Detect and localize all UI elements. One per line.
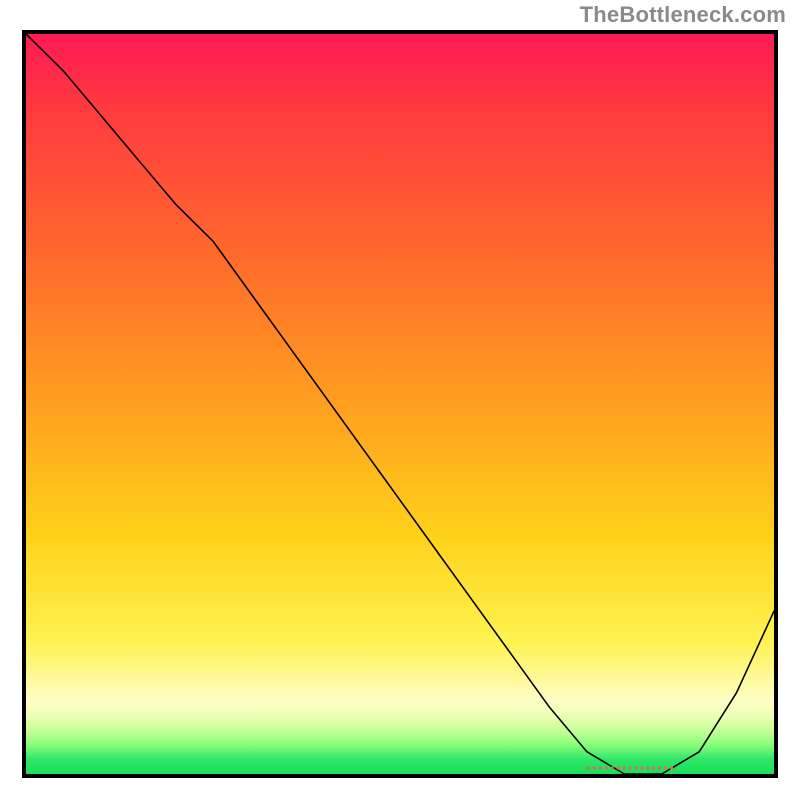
watermark-text: TheBottleneck.com bbox=[580, 2, 786, 28]
chart-stage: TheBottleneck.com bbox=[0, 0, 800, 800]
chart-plot-frame bbox=[22, 30, 778, 778]
chart-line-series bbox=[26, 34, 774, 774]
chart-curve-svg bbox=[26, 34, 774, 774]
